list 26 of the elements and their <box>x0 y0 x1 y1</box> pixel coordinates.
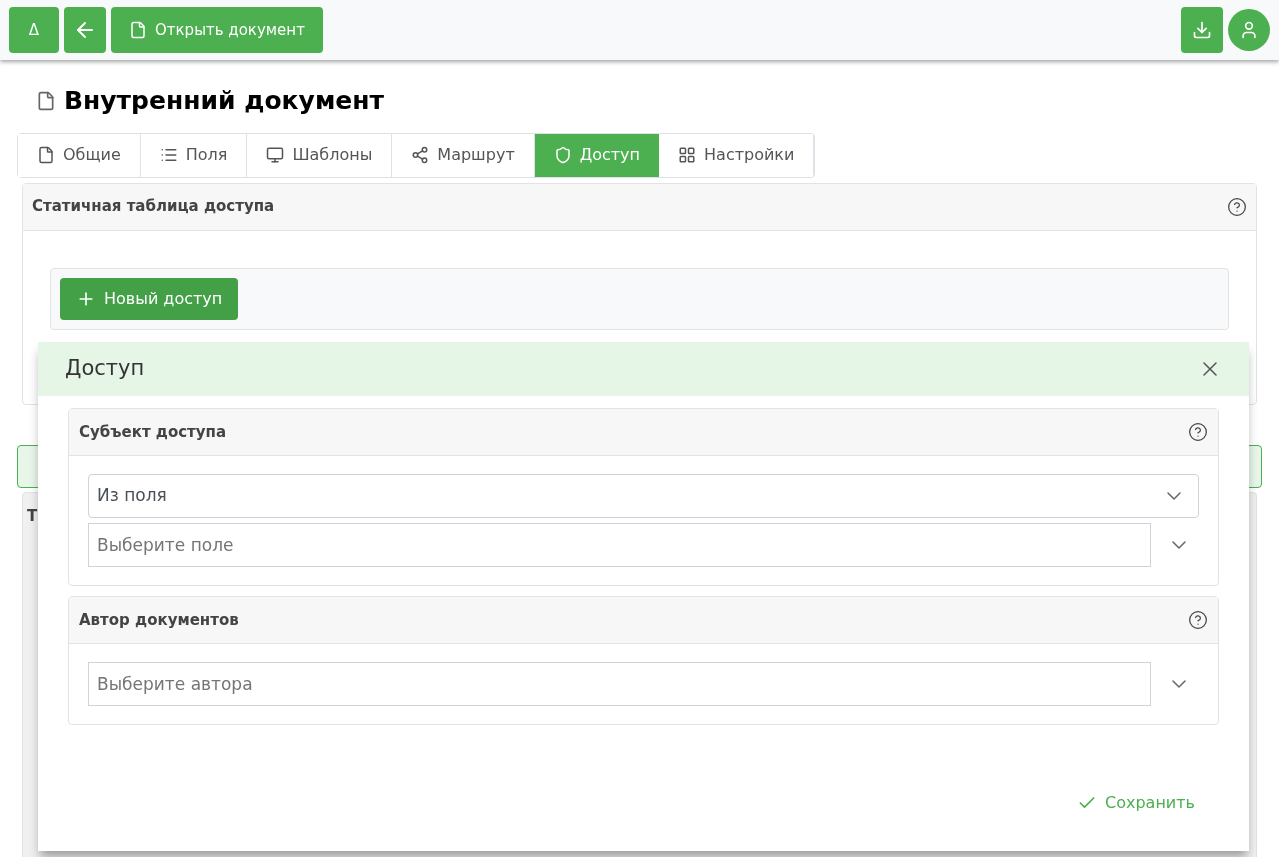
page-title: Внутренний документ <box>64 85 385 117</box>
panel-title: Т <box>27 506 38 528</box>
help-icon <box>1227 196 1247 217</box>
file-icon <box>37 146 55 164</box>
dialog-title: Доступ <box>65 355 146 383</box>
user-icon <box>1239 20 1259 40</box>
user-avatar[interactable] <box>1228 9 1270 51</box>
list-icon <box>159 146 178 164</box>
help-icon <box>1188 610 1208 630</box>
download-button[interactable] <box>1181 7 1223 53</box>
share-icon <box>411 146 430 164</box>
shield-icon <box>553 146 572 164</box>
help-icon <box>1188 422 1208 442</box>
file-icon <box>129 21 147 39</box>
monitor-icon <box>266 146 285 164</box>
tab[interactable]: Общие <box>18 133 141 177</box>
section-title: Субъект доступа <box>79 421 228 443</box>
download-icon <box>1192 20 1212 40</box>
panel-title: Статичная таблица доступа <box>32 196 276 218</box>
select-field[interactable]: Выберите автора <box>88 662 1151 706</box>
grid-icon <box>678 146 697 164</box>
select-field[interactable]: Выберите поле <box>88 523 1151 567</box>
section-title: Автор документов <box>79 609 240 631</box>
file-icon <box>36 90 56 111</box>
back-button[interactable] <box>64 7 106 53</box>
select-field[interactable]: Из поля <box>88 474 1199 518</box>
